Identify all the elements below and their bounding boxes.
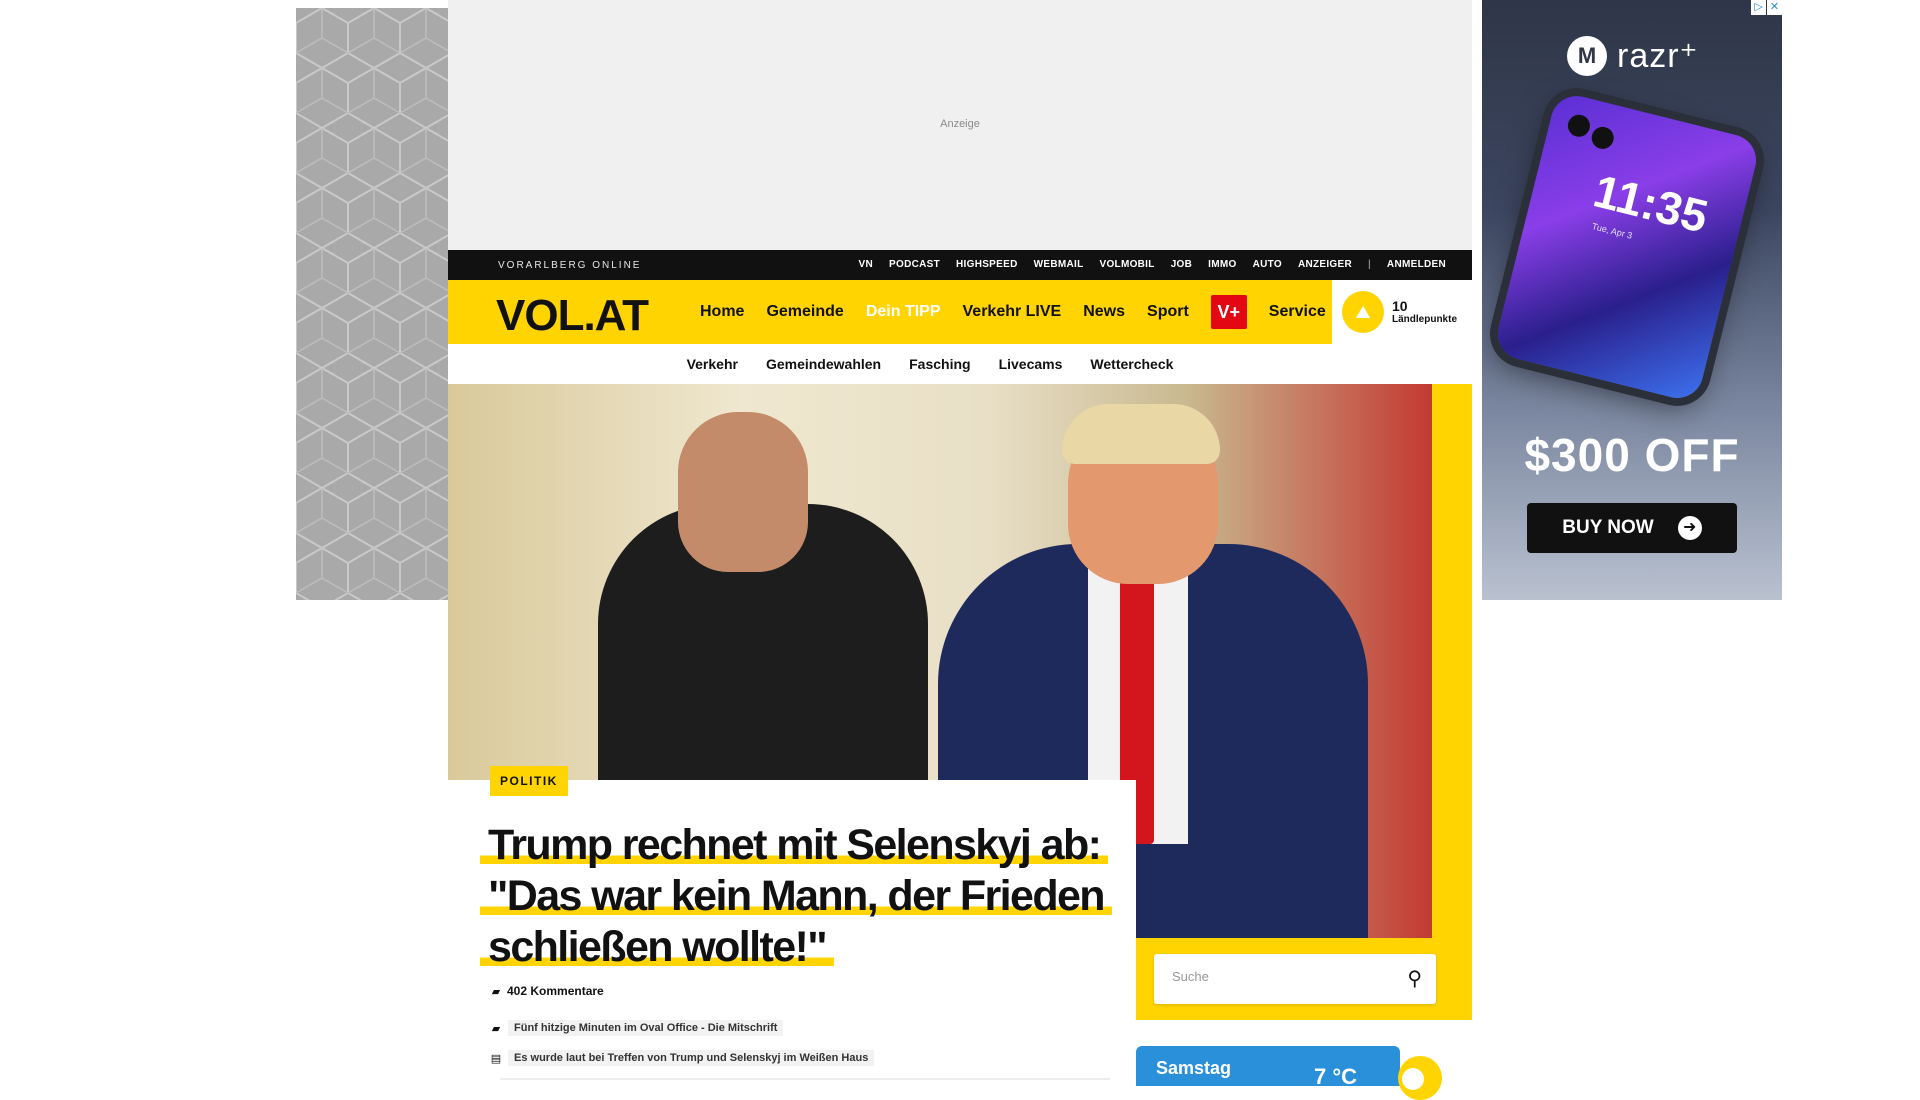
cloud-icon [1402, 1068, 1424, 1090]
right-ad-banner[interactable]: ▷ ✕ M razr⁺ 11:35 Tue, Apr 3 $300 OFF BU… [1482, 0, 1782, 600]
weather-temperature: 7 °C [1314, 1064, 1358, 1089]
toplink-webmail[interactable]: WEBMAIL [1034, 259, 1084, 270]
toplink-immo[interactable]: IMMO [1208, 259, 1236, 270]
headline-line: "Das war kein Mann, der Frieden [480, 872, 1112, 920]
main-navigation: VOL.AT Home Gemeinde Dein TIPP Verkehr L… [448, 280, 1472, 344]
subnav-item-gemeindewahlen[interactable]: Gemeindewahlen [766, 356, 881, 372]
adchoices-icon[interactable]: ▷ [1751, 0, 1766, 15]
related-link[interactable]: ▤ Es wurde laut bei Treffen von Trump un… [490, 1050, 875, 1066]
lead-article: POLITIK Trump rechnet mit Selenskyj ab: … [448, 766, 1136, 1080]
close-icon[interactable]: ✕ [1767, 0, 1782, 15]
subnav-item-fasching[interactable]: Fasching [909, 356, 970, 372]
subnav-item-verkehr[interactable]: Verkehr [687, 356, 738, 372]
nav-item-verkehr-live[interactable]: Verkehr LIVE [963, 303, 1062, 321]
toplink-podcast[interactable]: PODCAST [889, 259, 940, 270]
toplink-highspeed[interactable]: HIGHSPEED [956, 259, 1018, 270]
toplink-vn[interactable]: VN [859, 259, 874, 270]
search-input[interactable] [1172, 969, 1392, 984]
toplink-job[interactable]: JOB [1171, 259, 1192, 270]
article-icon: ▤ [490, 1052, 502, 1065]
comments-count: 402 Kommentare [507, 984, 604, 998]
points-label: Ländlepunkte [1392, 314, 1458, 326]
nav-item-gemeinde[interactable]: Gemeinde [766, 303, 843, 321]
headline-line: schließen wollte!" [480, 923, 835, 971]
related-link-text: Fünf hitzige Minuten im Oval Office - Di… [508, 1020, 784, 1036]
related-link-text: Es wurde laut bei Treffen von Trump und … [508, 1050, 875, 1066]
comments-link[interactable]: ▰ 402 Kommentare [490, 984, 604, 998]
phone-image: 11:35 Tue, Apr 3 [1492, 90, 1762, 404]
headline-line: Trump rechnet mit Selenskyj ab: [480, 821, 1109, 869]
vplus-button[interactable]: V+ [1210, 295, 1247, 329]
arrow-right-icon: ➜ [1677, 516, 1702, 540]
weather-day: Samstag [1156, 1058, 1232, 1078]
category-tag[interactable]: POLITIK [490, 766, 568, 796]
site-logo[interactable]: VOL.AT [496, 291, 649, 341]
motorola-logo-icon: M [1567, 36, 1607, 76]
subnav-item-wettercheck[interactable]: Wettercheck [1090, 356, 1173, 372]
weather-widget[interactable]: Samstag 7 °C [1136, 1046, 1400, 1089]
comment-icon: ▰ [491, 985, 501, 998]
nav-item-dein-tipp[interactable]: Dein TIPP [866, 303, 941, 321]
search-box[interactable]: ⚲ [1154, 954, 1436, 1004]
ad-offer: $300 OFF [1524, 429, 1740, 481]
related-link[interactable]: ▰ Fünf hitzige Minuten im Oval Office - … [490, 1020, 784, 1036]
top-links: VN PODCAST HIGHSPEED WEBMAIL VOLMOBIL JO… [859, 259, 1446, 270]
person-right-hair [1062, 404, 1220, 464]
camera-icon [1565, 112, 1593, 140]
background-skin-pattern [296, 8, 448, 600]
points-text: 10 Ländlepunkte [1392, 297, 1458, 326]
points-count: 10 [1392, 297, 1408, 314]
ad-brand-name: razr⁺ [1617, 37, 1699, 75]
top-bar: VORARLBERG ONLINE VN PODCAST HIGHSPEED W… [448, 250, 1472, 280]
toplink-volmobil[interactable]: VOLMOBIL [1100, 259, 1155, 270]
nav-item-service[interactable]: Service [1269, 303, 1326, 321]
ad-brand: M razr⁺ [1567, 36, 1699, 76]
nav-item-sport[interactable]: Sport [1147, 303, 1189, 321]
ad-label: Anzeige [940, 118, 980, 130]
toplink-auto[interactable]: AUTO [1253, 259, 1282, 270]
search-icon[interactable]: ⚲ [1407, 966, 1422, 991]
buy-now-label: BUY NOW [1562, 517, 1654, 538]
hexagon-pattern [296, 8, 448, 600]
person-left-head [678, 412, 808, 572]
top-ad-slot[interactable]: Anzeige [448, 0, 1472, 250]
comment-icon: ▰ [491, 1022, 501, 1035]
subnav-item-livecams[interactable]: Livecams [999, 356, 1063, 372]
buy-now-button[interactable]: BUY NOW ➜ [1527, 503, 1737, 553]
site-brandline: VORARLBERG ONLINE [498, 260, 642, 271]
login-link[interactable]: ANMELDEN [1387, 259, 1446, 270]
mountain-sun-icon: ⛰ [1342, 291, 1384, 333]
nav-links: Home Gemeinde Dein TIPP Verkehr LIVE New… [700, 280, 1326, 344]
article-headline[interactable]: Trump rechnet mit Selenskyj ab: "Das war… [480, 820, 1130, 973]
toplink-separator: | [1368, 259, 1371, 270]
nav-item-home[interactable]: Home [700, 303, 744, 321]
toplink-anzeiger[interactable]: ANZEIGER [1298, 259, 1352, 270]
nav-item-news[interactable]: News [1083, 303, 1125, 321]
sub-navigation: Verkehr Gemeindewahlen Fasching Livecams… [448, 344, 1472, 384]
adchoices[interactable]: ▷ ✕ [1751, 0, 1782, 15]
laendlepunkte-widget[interactable]: ⛰ 10 Ländlepunkte [1332, 280, 1472, 344]
